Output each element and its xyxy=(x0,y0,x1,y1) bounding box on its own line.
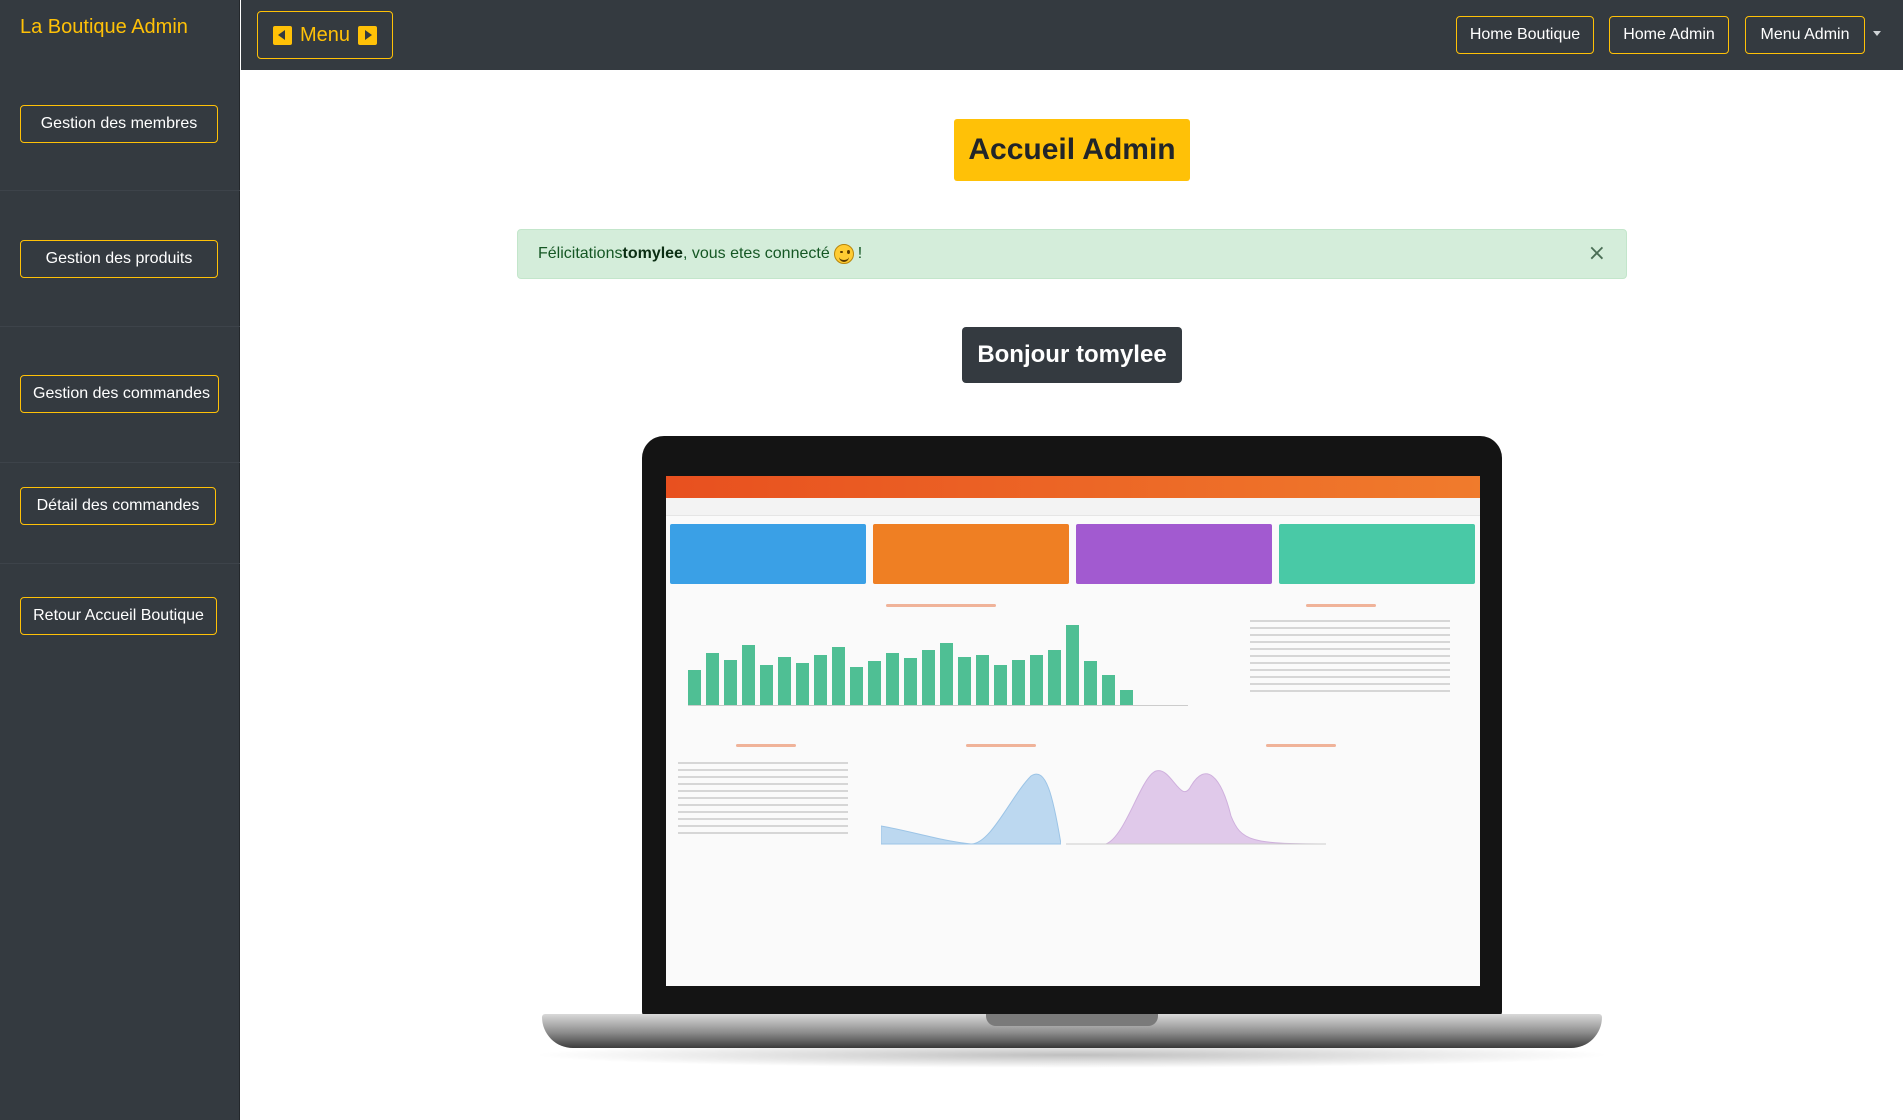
screen-bar xyxy=(1048,650,1061,705)
home-boutique-button[interactable]: Home Boutique xyxy=(1456,16,1594,54)
screen-table-row xyxy=(678,832,848,834)
alert-prefix: Félicitations xyxy=(538,245,623,262)
screen-table-row xyxy=(1250,627,1450,629)
top-navbar: Menu Home Boutique Home Admin Menu Admin xyxy=(241,0,1903,70)
screen-table-row xyxy=(678,811,848,813)
screen-bar xyxy=(760,665,773,705)
alert-end: ! xyxy=(857,245,863,262)
screen-bar xyxy=(778,657,791,705)
sidebar-item-retour-boutique[interactable]: Retour Accueil Boutique xyxy=(20,597,217,635)
home-admin-button[interactable]: Home Admin xyxy=(1609,16,1729,54)
screen-table-row xyxy=(1250,683,1450,685)
screen-bar xyxy=(850,667,863,705)
screen-table-row xyxy=(1250,662,1450,664)
screen-bar xyxy=(688,670,701,705)
screen-area-chart-purple xyxy=(1066,770,1326,845)
sidebar-item-commandes[interactable]: Gestion des commandes xyxy=(20,375,219,413)
screen-bar xyxy=(940,643,953,705)
screen-bar xyxy=(814,655,827,705)
screen-tile xyxy=(670,524,866,584)
screen-table-row xyxy=(1250,669,1450,671)
screen-bar xyxy=(742,645,755,705)
sidebar-section-commandes: Gestion des commandes xyxy=(0,328,240,463)
alert-suffix: , vous etes connecté xyxy=(682,245,830,262)
screen-table-row xyxy=(678,825,848,827)
screen-bar xyxy=(832,647,845,705)
greeting-badge: Bonjour tomylee xyxy=(962,327,1182,383)
screen-panel-title xyxy=(966,744,1036,747)
laptop-screen xyxy=(666,476,1480,986)
screen-table-row xyxy=(678,769,848,771)
page-title: Accueil Admin xyxy=(954,119,1190,181)
screen-panel-title xyxy=(1306,604,1376,607)
screen-bar xyxy=(724,660,737,705)
screen-table-row xyxy=(678,804,848,806)
screen-table-row xyxy=(678,762,848,764)
sidebar-section-membres: Gestion des membres xyxy=(0,56,240,191)
menu-admin-button[interactable]: Menu Admin xyxy=(1745,16,1865,54)
screen-table-row xyxy=(1250,690,1450,692)
screen-header-bar xyxy=(666,476,1480,498)
caret-left-icon xyxy=(272,25,292,45)
wink-emoji-icon xyxy=(833,244,854,264)
screen-bar xyxy=(1066,625,1079,705)
screen-bar xyxy=(1120,690,1133,705)
screen-bar xyxy=(958,657,971,705)
screen-bar xyxy=(922,650,935,705)
sidebar-item-produits[interactable]: Gestion des produits xyxy=(20,240,218,278)
sidebar-item-detail-commandes[interactable]: Détail des commandes xyxy=(20,487,216,525)
screen-tile xyxy=(1076,524,1272,584)
chevron-down-icon[interactable] xyxy=(1873,31,1881,36)
screen-table-row xyxy=(1250,655,1450,657)
screen-table xyxy=(1246,616,1466,706)
screen-table-row xyxy=(678,818,848,820)
screen-panel-title xyxy=(1266,744,1336,747)
screen-bar xyxy=(886,653,899,705)
screen-tile xyxy=(873,524,1069,584)
screen-table xyxy=(674,758,864,838)
screen-table-row xyxy=(1250,620,1450,622)
sidebar: La Boutique Admin Gestion des membres Ge… xyxy=(0,0,240,1120)
screen-subheader xyxy=(666,498,1480,516)
screen-bar xyxy=(1030,655,1043,705)
screen-table-row xyxy=(1250,676,1450,678)
caret-right-icon xyxy=(358,25,378,45)
screen-table-row xyxy=(1250,634,1450,636)
screen-table-row xyxy=(678,783,848,785)
screen-table-row xyxy=(678,797,848,799)
menu-label: Menu xyxy=(299,23,351,46)
success-alert: Félicitations tomylee , vous etes connec… xyxy=(517,229,1627,279)
screen-bar-chart xyxy=(688,625,1188,706)
screen-bar xyxy=(1084,661,1097,705)
close-icon[interactable]: × xyxy=(1588,242,1606,266)
brand-title[interactable]: La Boutique Admin xyxy=(20,16,188,39)
sidebar-item-membres[interactable]: Gestion des membres xyxy=(20,105,218,143)
screen-bar xyxy=(868,661,881,705)
screen-bar xyxy=(976,655,989,705)
menu-toggle-button[interactable]: Menu xyxy=(257,11,393,59)
screen-table-row xyxy=(678,790,848,792)
sidebar-section-produits: Gestion des produits xyxy=(0,192,240,327)
screen-bar xyxy=(706,653,719,705)
laptop-shadow xyxy=(530,1042,1614,1068)
screen-area-chart-blue xyxy=(881,773,1061,845)
screen-bar xyxy=(904,658,917,705)
screen-bar xyxy=(1012,660,1025,705)
screen-panel-title xyxy=(886,604,996,607)
screen-tile xyxy=(1279,524,1475,584)
screen-table-row xyxy=(678,776,848,778)
screen-table-row xyxy=(1250,648,1450,650)
screen-table-row xyxy=(1250,641,1450,643)
laptop-dashboard-image xyxy=(530,430,1614,1080)
alert-username: tomylee xyxy=(622,245,683,262)
screen-bar xyxy=(1102,675,1115,705)
screen-bar xyxy=(994,665,1007,705)
laptop-notch xyxy=(986,1014,1158,1026)
screen-bar xyxy=(796,663,809,705)
screen-panel-title xyxy=(736,744,796,747)
sidebar-section-detail: Détail des commandes xyxy=(0,464,240,564)
